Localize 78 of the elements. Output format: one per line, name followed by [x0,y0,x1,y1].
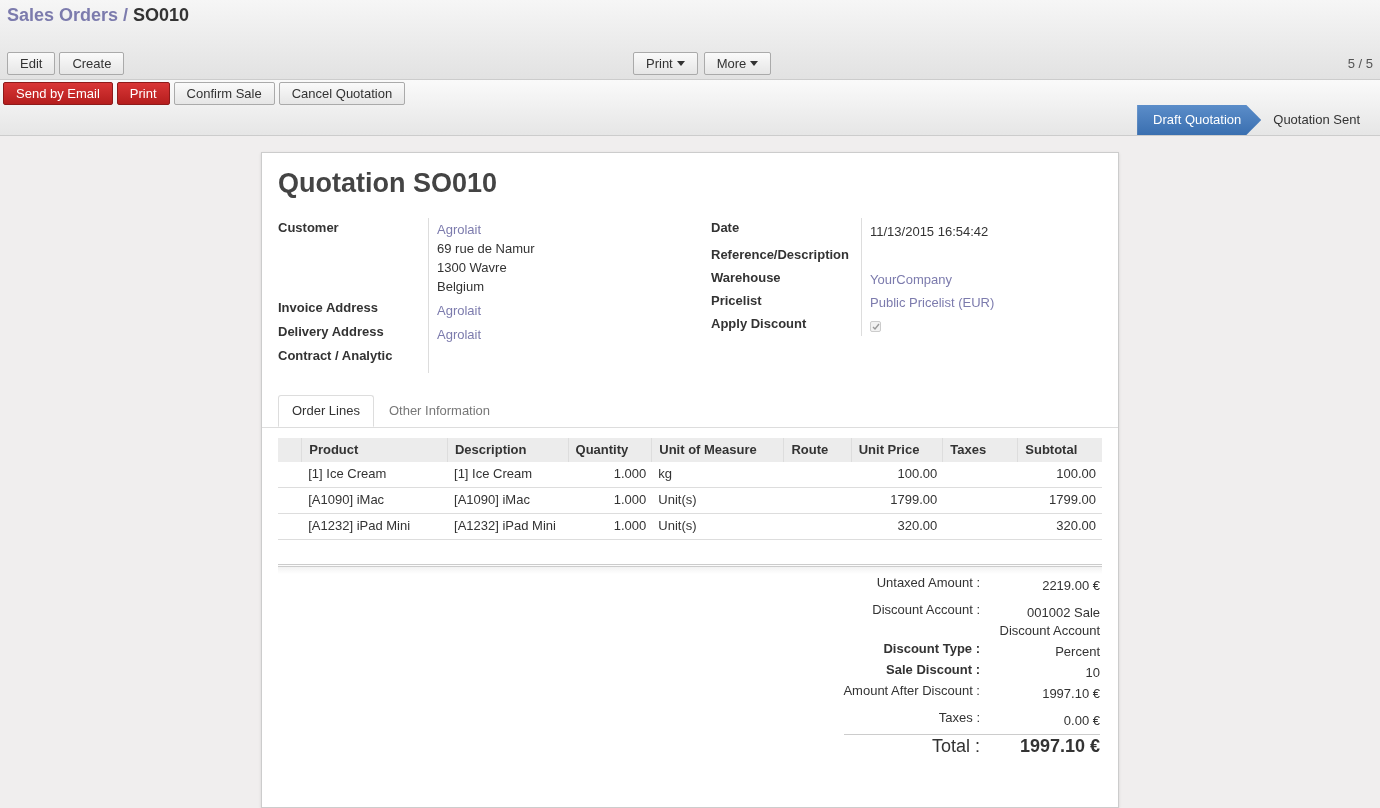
table-cell-text: [A1090] iMac [454,491,530,510]
table-cell-text: 320.00 [897,517,938,536]
field-value: 11/13/2015 16:54:42 [870,223,989,239]
table-cell-text: 320.00 [1056,517,1096,536]
total-value: 001002 Sale Discount Account [999,604,1100,638]
total-label: Discount Account : [872,601,980,617]
status-stage[interactable]: Quotation Sent [1261,105,1380,135]
column-header[interactable]: Quantity [568,437,653,462]
table-cell-text: 100.00 [1056,465,1096,484]
caret-icon [750,61,759,66]
table-cell-text: 1.000 [613,491,647,510]
column-header[interactable]: Taxes [943,437,1019,462]
column-header[interactable]: Subtotal [1018,437,1102,462]
field-label: Customer [278,219,339,235]
action-button[interactable]: Print [116,82,170,105]
record-title: SO010 [133,4,190,27]
total-value: 10 [1085,664,1100,680]
total-value: 0.00 € [1063,712,1100,728]
field-link[interactable]: Agrolait [437,326,482,342]
field-value: 1300 Wavre [437,258,508,277]
column-header[interactable]: Route [784,437,852,462]
action-button[interactable]: Confirm Sale [173,82,275,105]
table-cell-text: 1799.00 [1049,491,1096,510]
checkbox[interactable] [870,321,881,333]
form-title: Quotation SO010 [277,167,499,200]
table-cell-text: 1.000 [613,465,647,484]
field-link[interactable]: YourCompany [870,270,952,290]
field-link[interactable]: Agrolait [437,220,535,239]
status-stage[interactable]: Draft Quotation [1137,105,1262,135]
field-label: Contract / Analytic [278,347,393,363]
column-header[interactable]: Unit of Measure [652,437,785,462]
total-value: 1997.10 € [1019,735,1100,756]
total-label: Taxes : [938,709,980,725]
tab[interactable]: Other Information [373,394,506,427]
total-value: Percent [1055,643,1100,659]
field-value: 69 rue de Namur [437,239,535,258]
field-label: Delivery Address [278,323,384,339]
total-label: Untaxed Amount : [876,574,980,590]
table-cell-text: [A1090] iMac [308,491,385,510]
total-value: 1997.10 € [1042,685,1100,701]
field-label: Apply Discount [711,315,807,333]
total-label: Amount After Discount : [843,682,980,698]
field-label: Reference/Description [711,246,849,264]
caret-icon [676,61,685,66]
breadcrumb-separator: / [123,4,129,27]
toolbar-button[interactable]: Create [59,52,125,75]
pager: 5 / 5 [1347,54,1373,73]
total-label: Discount Type : [883,640,980,656]
dropdown-button[interactable]: More [703,52,772,75]
total-label: Sale Discount : [886,661,980,677]
breadcrumb-link[interactable]: Sales Orders [7,2,119,29]
action-button[interactable]: Send by Email [3,82,113,105]
table-cell-text: 100.00 [897,465,938,484]
table-cell-text: 1799.00 [890,491,938,510]
field-label: Date [711,219,740,235]
table-cell-text: [A1232] iPad Mini [308,517,411,536]
toolbar-button[interactable]: Edit [7,52,56,75]
table-cell-text: 1.000 [613,517,647,536]
table-cell-text: Unit(s) [658,491,697,510]
total-value: 2219.00 € [1042,577,1100,593]
column-header[interactable]: Unit Price [851,437,944,462]
column-header[interactable]: Product [302,437,448,462]
dropdown-button[interactable]: Print [633,52,698,75]
field-label: Invoice Address [278,299,378,315]
field-link[interactable]: Agrolait [437,302,482,318]
table-cell-text: Unit(s) [658,517,697,536]
field-value: Belgium [437,277,485,296]
table-cell-text: [1] Ice Cream [308,465,387,484]
table-cell-text: [A1232] iPad Mini [454,517,556,536]
total-label: Total : [931,735,980,756]
tab[interactable]: Order Lines [278,394,374,427]
column-header[interactable]: Description [447,437,569,462]
field-link[interactable]: Public Pricelist (EUR) [870,293,995,313]
field-label: Pricelist [711,292,762,310]
action-button[interactable]: Cancel Quotation [278,82,406,105]
table-cell-text: kg [658,465,673,484]
table-cell-text: [1] Ice Cream [454,465,533,484]
field-label: Warehouse [711,269,781,287]
